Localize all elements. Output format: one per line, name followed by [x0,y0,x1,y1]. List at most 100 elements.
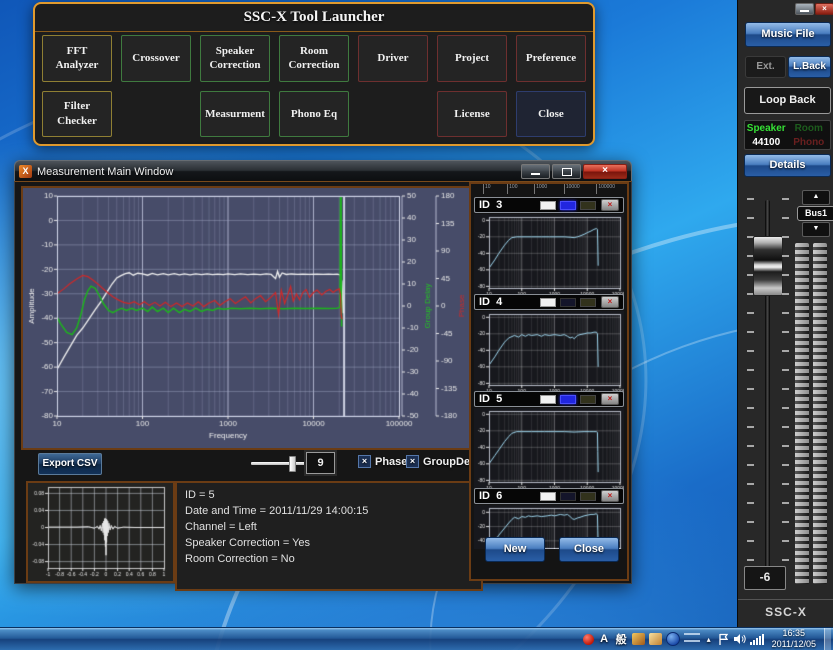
measurement-item-id4[interactable]: ID 4 × [474,294,624,393]
measurement-item-id3[interactable]: ID 3 × [474,197,624,296]
smoothing-slider-track[interactable] [251,462,313,465]
panel-close-button[interactable]: Close [559,537,619,562]
id5-mini-chart [474,408,624,490]
speaker-correction-button[interactable]: Speaker Correction [200,35,270,82]
ime-mode-icon[interactable]: A [598,632,611,647]
speaker-icon[interactable] [733,632,746,647]
strip-tick: 100 [507,184,517,194]
id5-selected-indicator[interactable] [560,395,576,404]
loop-back-button[interactable]: Loop Back [744,87,831,114]
measurement-item-id5[interactable]: ID 5 × [474,391,624,490]
music-file-button[interactable]: Music File [745,22,831,47]
measurement-info-panel: ID = 5 Date and Time = 2011/11/29 14:00:… [175,481,483,591]
id6-selected-indicator[interactable] [560,492,576,501]
measurement-window: X Measurement Main Window × Export CSV 9… [14,160,632,584]
impulse-chart-box [26,481,175,583]
id5-close-button[interactable]: × [601,393,619,405]
info-channel-line: Channel = Left [185,519,473,535]
speaker-status: Speaker [745,123,788,134]
id4-selected-indicator[interactable] [560,298,576,307]
lback-button[interactable]: L.Back [788,56,831,78]
info-datetime-line: Date and Time = 2011/11/29 14:00:15 [185,503,473,519]
measurement-titlebar[interactable]: X Measurement Main Window × [14,160,632,182]
id3-label: ID 3 [479,199,536,211]
show-hidden-icons-button[interactable]: ▴ [704,632,714,647]
id4-header[interactable]: ID 4 × [474,294,624,310]
id6-close-button[interactable]: × [601,490,619,502]
ext-button[interactable]: Ext. [745,56,786,78]
groupdelay-checkbox[interactable]: × [406,455,419,468]
phono-status: Phono [788,137,831,148]
fft-analyzer-button[interactable]: FFT Analyzer [42,35,112,82]
sample-rate: 44100 [745,137,788,148]
network-icon[interactable] [750,632,764,647]
launcher-close-button[interactable]: Close [516,91,586,138]
gain-value-box[interactable]: -6 [744,566,786,590]
id3-olive-indicator[interactable] [580,201,596,210]
id6-header[interactable]: ID 6 × [474,488,624,504]
id3-close-button[interactable]: × [601,199,619,211]
mixer-sidebar: × Music File Ext. L.Back Loop Back Speak… [737,0,833,627]
id6-white-indicator[interactable] [540,492,556,501]
id6-label: ID 6 [479,490,536,502]
volume-fader-handle[interactable] [753,236,783,296]
clock-time: 16:35 [772,628,816,639]
id4-label: ID 4 [479,296,536,308]
maximize-button[interactable] [552,164,581,179]
id4-olive-indicator[interactable] [580,298,596,307]
id3-header[interactable]: ID 3 × [474,197,624,213]
level-meter-left [795,243,809,584]
phono-eq-button[interactable]: Phono Eq [279,91,349,138]
minimize-button[interactable] [521,164,550,179]
tray-app-icon-2[interactable] [649,633,662,645]
driver-button[interactable]: Driver [358,35,428,82]
export-csv-button[interactable]: Export CSV [38,453,102,475]
details-button[interactable]: Details [744,154,831,177]
id5-white-indicator[interactable] [540,395,556,404]
smoothing-value-box[interactable]: 9 [306,452,335,474]
id3-selected-indicator[interactable] [560,201,576,210]
phase-checkbox-label: Phase [375,456,407,468]
measurement-window-title: Measurement Main Window [37,166,519,178]
action-center-flag-icon[interactable] [718,632,729,647]
ime-kanji-icon[interactable]: 般 [615,632,628,647]
tray-red-icon[interactable] [583,634,594,645]
license-button[interactable]: License [437,91,507,138]
close-button[interactable]: × [583,164,627,179]
project-button[interactable]: Project [437,35,507,82]
smoothing-slider-handle[interactable] [289,456,296,472]
level-meter-right [813,243,827,584]
fader-ticks-right [782,198,789,570]
preference-button[interactable]: Preference [516,35,586,82]
new-measurement-button[interactable]: New [485,537,545,562]
measurment-button[interactable]: Measurment [200,91,270,138]
launcher-title: SSC-X Tool Launcher [35,4,593,32]
id4-close-button[interactable]: × [601,296,619,308]
sidebar-minimize-button[interactable] [795,3,814,15]
room-correction-button[interactable]: Room Correction [279,35,349,82]
measurement-list-panel: 10 100 1000 10000 100000 ID 3 × [469,182,629,581]
filter-checker-button[interactable]: Filter Checker [42,91,112,138]
clipped-chart-strip: 10 100 1000 10000 100000 [475,184,623,194]
tray-blue-icon[interactable] [666,632,680,646]
id6-olive-indicator[interactable] [580,492,596,501]
id5-olive-indicator[interactable] [580,395,596,404]
app-icon: X [19,165,32,178]
sidebar-app-name: SSC-X [738,605,833,619]
tray-app-icon-1[interactable] [632,633,645,645]
id3-mini-chart [474,214,624,296]
bus-up-button[interactable]: ▲ [802,190,830,205]
phase-checkbox-row[interactable]: × Phase [358,455,407,468]
crossover-button[interactable]: Crossover [121,35,191,82]
sidebar-close-button[interactable]: × [815,3,833,15]
id4-white-indicator[interactable] [540,298,556,307]
id3-white-indicator[interactable] [540,201,556,210]
info-room-line: Room Correction = No [185,551,473,567]
taskbar-clock[interactable]: 16:35 2011/12/05 [768,628,820,650]
phase-checkbox[interactable]: × [358,455,371,468]
show-desktop-button[interactable] [824,628,831,650]
bus-down-button[interactable]: ▼ [802,222,830,237]
id5-header[interactable]: ID 5 × [474,391,624,407]
sidebar-divider [738,599,833,600]
taskbar[interactable]: A 般 ▴ 16:35 2011/12/05 [0,627,833,650]
